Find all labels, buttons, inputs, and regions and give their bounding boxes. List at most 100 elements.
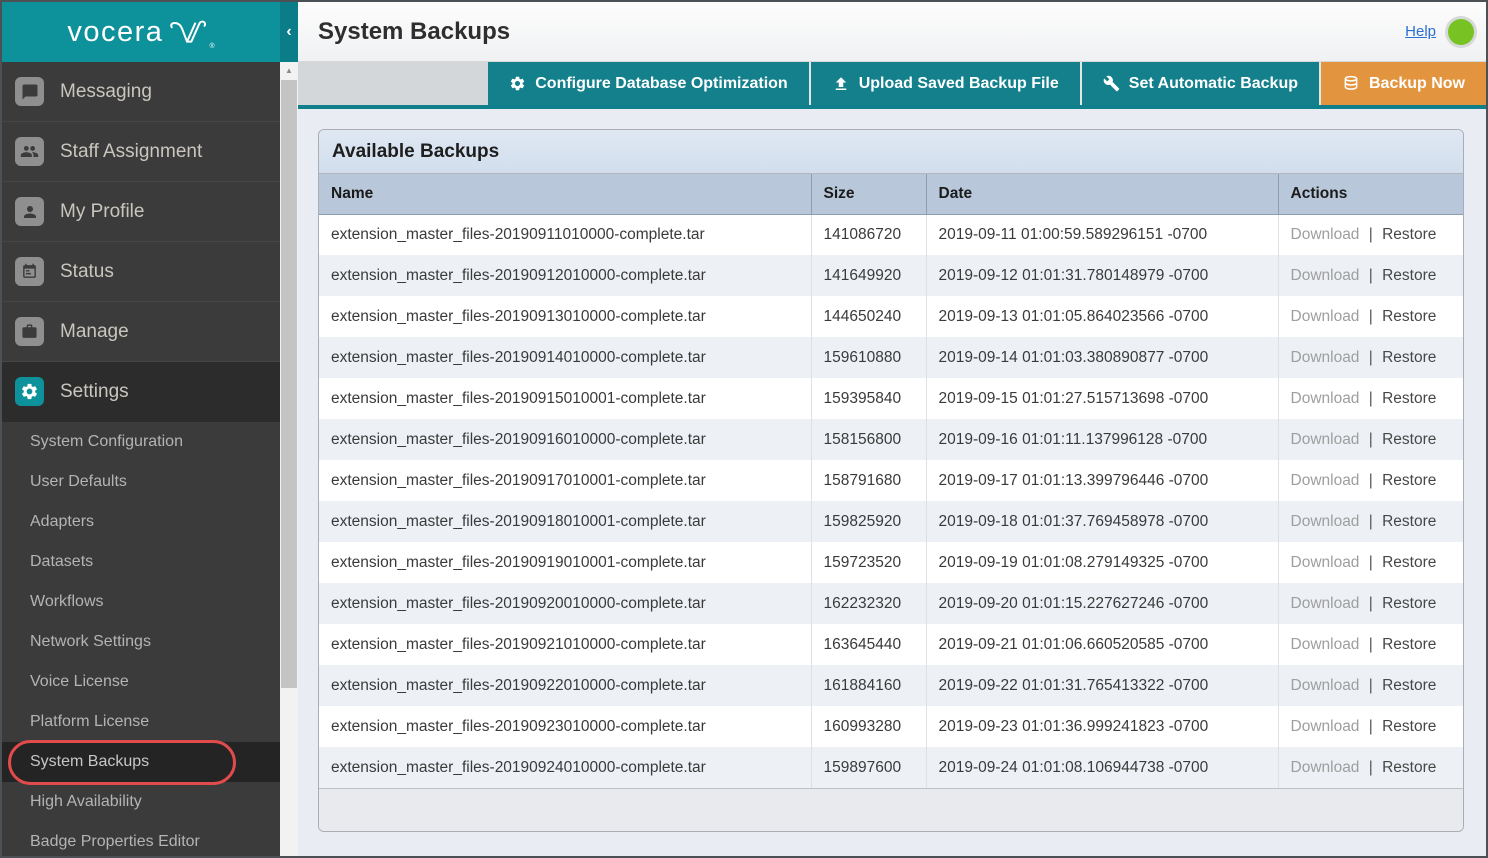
action-separator: |	[1369, 595, 1373, 612]
download-link[interactable]: Download	[1291, 308, 1360, 325]
action-separator: |	[1369, 308, 1373, 325]
sidebar-subitem-system-backups[interactable]: System Backups	[2, 742, 280, 782]
backup-row: extension_master_files-20190913010000-co…	[319, 296, 1463, 337]
restore-link[interactable]: Restore	[1382, 267, 1436, 284]
restore-link[interactable]: Restore	[1382, 308, 1436, 325]
backup-row: extension_master_files-20190917010001-co…	[319, 460, 1463, 501]
restore-link[interactable]: Restore	[1382, 349, 1436, 366]
backup-size-cell: 159395840	[811, 378, 926, 419]
backup-size-cell: 159825920	[811, 501, 926, 542]
upload-saved-backup-file-button[interactable]: Upload Saved Backup File	[809, 62, 1080, 105]
button-label: Set Automatic Backup	[1129, 75, 1298, 93]
restore-link[interactable]: Restore	[1382, 759, 1436, 776]
backup-size-cell: 159723520	[811, 542, 926, 583]
backup-name-cell: extension_master_files-20190917010001-co…	[319, 460, 811, 501]
subitem-label: User Defaults	[30, 473, 127, 490]
restore-link[interactable]: Restore	[1382, 431, 1436, 448]
download-link[interactable]: Download	[1291, 636, 1360, 653]
download-link[interactable]: Download	[1291, 759, 1360, 776]
sidebar-collapse-button[interactable]: ‹	[280, 2, 298, 62]
download-link[interactable]: Download	[1291, 349, 1360, 366]
sidebar-subitem-badge-properties-editor[interactable]: Badge Properties Editor	[2, 822, 280, 856]
backup-size-cell: 158156800	[811, 419, 926, 460]
scrollbar-thumb[interactable]	[281, 80, 297, 688]
download-link[interactable]: Download	[1291, 554, 1360, 571]
backup-row: extension_master_files-20190920010000-co…	[319, 583, 1463, 624]
sidebar-item-manage[interactable]: Manage	[2, 302, 280, 362]
download-link[interactable]: Download	[1291, 390, 1360, 407]
sidebar-item-messaging[interactable]: Messaging	[2, 62, 280, 122]
backup-size-cell: 141649920	[811, 255, 926, 296]
sidebar-subitem-voice-license[interactable]: Voice License	[2, 662, 280, 702]
action-separator: |	[1369, 226, 1373, 243]
subitem-label: System Configuration	[30, 433, 183, 450]
backup-date-cell: 2019-09-14 01:01:03.380890877 -0700	[926, 337, 1278, 378]
restore-link[interactable]: Restore	[1382, 718, 1436, 735]
restore-link[interactable]: Restore	[1382, 472, 1436, 489]
sidebar-subitem-high-availability[interactable]: High Availability	[2, 782, 280, 822]
backup-actions-cell: Download | Restore	[1278, 460, 1463, 501]
backup-size-cell: 141086720	[811, 214, 926, 255]
restore-link[interactable]: Restore	[1382, 226, 1436, 243]
backup-actions-cell: Download | Restore	[1278, 214, 1463, 255]
download-link[interactable]: Download	[1291, 595, 1360, 612]
download-link[interactable]: Download	[1291, 677, 1360, 694]
scrollbar-up-button[interactable]: ▲	[280, 62, 298, 79]
sidebar-subitem-datasets[interactable]: Datasets	[2, 542, 280, 582]
sidebar-subitem-adapters[interactable]: Adapters	[2, 502, 280, 542]
action-separator: |	[1369, 759, 1373, 776]
download-link[interactable]: Download	[1291, 513, 1360, 530]
restore-link[interactable]: Restore	[1382, 513, 1436, 530]
backup-name-cell: extension_master_files-20190918010001-co…	[319, 501, 811, 542]
upload-icon	[832, 75, 850, 93]
clipboard-clock-icon	[15, 257, 44, 286]
column-header-date: Date	[926, 174, 1278, 214]
column-header-name: Name	[319, 174, 811, 214]
backup-size-cell: 160993280	[811, 706, 926, 747]
help-link[interactable]: Help	[1405, 23, 1436, 40]
backup-date-cell: 2019-09-15 01:01:27.515713698 -0700	[926, 378, 1278, 419]
sidebar-menu: Messaging Staff Assignment My Profile St…	[2, 62, 280, 856]
backup-row: extension_master_files-20190921010000-co…	[319, 624, 1463, 665]
download-link[interactable]: Download	[1291, 431, 1360, 448]
action-separator: |	[1369, 390, 1373, 407]
configure-database-optimization-button[interactable]: Configure Database Optimization	[488, 62, 808, 105]
restore-link[interactable]: Restore	[1382, 636, 1436, 653]
download-link[interactable]: Download	[1291, 718, 1360, 735]
column-header-size: Size	[811, 174, 926, 214]
backup-name-cell: extension_master_files-20190922010000-co…	[319, 665, 811, 706]
backup-name-cell: extension_master_files-20190919010001-co…	[319, 542, 811, 583]
backup-row: extension_master_files-20190912010000-co…	[319, 255, 1463, 296]
sidebar-subitem-workflows[interactable]: Workflows	[2, 582, 280, 622]
sidebar-item-label: Settings	[60, 381, 129, 403]
sidebar-item-status[interactable]: Status	[2, 242, 280, 302]
backup-name-cell: extension_master_files-20190921010000-co…	[319, 624, 811, 665]
sidebar-subitem-system-configuration[interactable]: System Configuration	[2, 422, 280, 462]
restore-link[interactable]: Restore	[1382, 554, 1436, 571]
sidebar-item-my-profile[interactable]: My Profile	[2, 182, 280, 242]
triangle-up-icon: ▲	[285, 66, 293, 75]
sidebar-item-staff-assignment[interactable]: Staff Assignment	[2, 122, 280, 182]
panel-title: Available Backups	[319, 130, 1463, 174]
restore-link[interactable]: Restore	[1382, 677, 1436, 694]
backup-date-cell: 2019-09-19 01:01:08.279149325 -0700	[926, 542, 1278, 583]
sidebar-subitem-platform-license[interactable]: Platform License	[2, 702, 280, 742]
backup-size-cell: 163645440	[811, 624, 926, 665]
restore-link[interactable]: Restore	[1382, 390, 1436, 407]
set-automatic-backup-button[interactable]: Set Automatic Backup	[1080, 62, 1319, 105]
download-link[interactable]: Download	[1291, 226, 1360, 243]
backup-name-cell: extension_master_files-20190913010000-co…	[319, 296, 811, 337]
sidebar-subitem-user-defaults[interactable]: User Defaults	[2, 462, 280, 502]
toolbar: Configure Database Optimization Upload S…	[298, 62, 1486, 109]
download-link[interactable]: Download	[1291, 472, 1360, 489]
button-label: Configure Database Optimization	[535, 75, 787, 93]
sidebar-item-settings[interactable]: Settings	[2, 362, 280, 422]
subitem-label: Workflows	[30, 593, 104, 610]
backup-now-button[interactable]: Backup Now	[1319, 62, 1486, 105]
sidebar-subitem-network-settings[interactable]: Network Settings	[2, 622, 280, 662]
download-link[interactable]: Download	[1291, 267, 1360, 284]
restore-link[interactable]: Restore	[1382, 595, 1436, 612]
subitem-label: Voice License	[30, 673, 129, 690]
database-icon	[1342, 75, 1360, 93]
backup-date-cell: 2019-09-20 01:01:15.227627246 -0700	[926, 583, 1278, 624]
